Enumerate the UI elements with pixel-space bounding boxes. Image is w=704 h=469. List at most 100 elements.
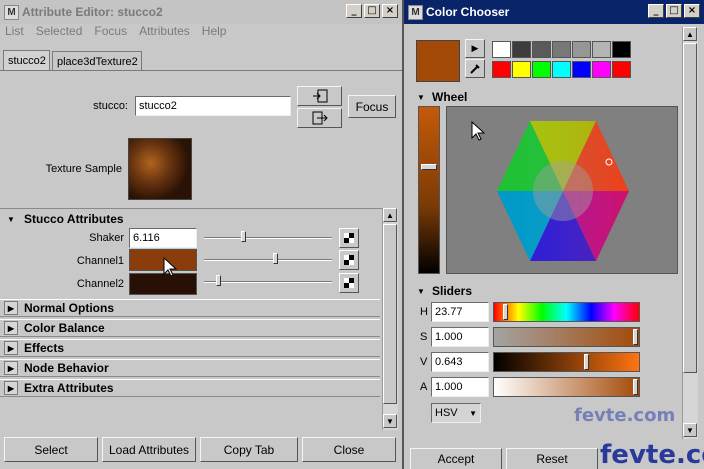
menu-help[interactable]: Help (202, 24, 227, 38)
palette-swatch[interactable] (552, 61, 571, 78)
section-node-behavior[interactable]: ▶ Node Behavior (0, 359, 380, 377)
section-title: Wheel (432, 90, 468, 104)
v-slider[interactable] (493, 352, 640, 372)
section-effects[interactable]: ▶ Effects (0, 339, 380, 357)
v-field[interactable]: 0.643 (431, 352, 489, 372)
tab-place3dtexture2[interactable]: place3dTexture2 (52, 51, 142, 71)
scroll-thumb[interactable] (383, 224, 397, 404)
copy-tab-button[interactable]: Copy Tab (200, 437, 298, 462)
section-color-balance[interactable]: ▶ Color Balance (0, 319, 380, 337)
button-label: Load Attributes (108, 442, 190, 457)
shaker-map-button[interactable] (339, 228, 359, 248)
load-input-button[interactable] (297, 86, 342, 106)
add-to-palette-button[interactable]: ▶ (465, 39, 485, 58)
channel2-map-button[interactable] (339, 273, 359, 293)
select-button[interactable]: Select (4, 437, 98, 462)
focus-button[interactable]: Focus (348, 95, 396, 118)
color-wheel-panel[interactable] (446, 106, 678, 274)
reset-button[interactable]: Reset (506, 448, 598, 469)
s-slider-handle[interactable] (633, 329, 638, 345)
s-slider[interactable] (493, 327, 640, 347)
close-editor-button[interactable]: Close (302, 437, 396, 462)
minimize-button[interactable]: _ (346, 4, 362, 18)
eyedropper-button[interactable] (465, 59, 485, 78)
value-strip[interactable] (418, 106, 440, 274)
chooser-scrollbar[interactable]: ▲ ▼ (682, 27, 698, 439)
palette-swatch[interactable] (492, 41, 511, 58)
section-normal-options[interactable]: ▶ Normal Options (0, 299, 380, 317)
tab-label: stucco2 (8, 54, 46, 67)
v-value: 0.643 (435, 356, 463, 368)
shaker-field[interactable]: 6.116 (129, 228, 197, 248)
palette-swatch[interactable] (612, 61, 631, 78)
menu-focus[interactable]: Focus (94, 24, 127, 38)
load-texture-icon (312, 89, 327, 103)
shaker-slider-track[interactable] (204, 237, 332, 239)
palette-swatch[interactable] (552, 41, 571, 58)
palette-swatch[interactable] (512, 41, 531, 58)
shaker-slider-handle[interactable] (241, 231, 246, 242)
h-slider[interactable] (493, 302, 640, 322)
palette-swatch[interactable] (572, 41, 591, 58)
channel1-slider-handle[interactable] (273, 253, 278, 264)
scroll-down-button[interactable]: ▼ (383, 414, 397, 428)
minimize-icon: _ (351, 5, 357, 16)
watermark-logo-upper: fevte.com (574, 405, 676, 426)
scroll-down-button[interactable]: ▼ (683, 423, 697, 437)
scroll-up-button[interactable]: ▲ (683, 27, 697, 41)
color-mode-dropdown[interactable]: HSV ▼ (431, 403, 481, 423)
minimize-button[interactable]: _ (648, 4, 664, 18)
palette-swatch[interactable] (512, 61, 531, 78)
accept-button[interactable]: Accept (410, 448, 502, 469)
attributes-scrollbar[interactable]: ▲ ▼ (382, 208, 398, 430)
section-title: Node Behavior (24, 361, 109, 375)
a-slider[interactable] (493, 377, 640, 397)
maximize-button[interactable]: □ (364, 4, 380, 18)
palette-swatch[interactable] (612, 41, 631, 58)
channel1-slider-track[interactable] (204, 259, 332, 261)
close-icon: × (687, 5, 697, 16)
h-slider-handle[interactable] (503, 304, 508, 320)
channel1-map-button[interactable] (339, 250, 359, 270)
scroll-thumb[interactable] (683, 43, 697, 373)
current-color-swatch[interactable] (416, 40, 460, 82)
value-strip-handle[interactable] (421, 164, 437, 170)
attribute-editor-window: M Attribute Editor: stucco2 _ □ × List S… (0, 0, 402, 469)
close-button[interactable]: × (382, 4, 398, 18)
tab-divider (0, 70, 402, 71)
tab-stucco2[interactable]: stucco2 (3, 50, 50, 70)
section-extra-attributes[interactable]: ▶ Extra Attributes (0, 379, 380, 397)
palette-swatch[interactable] (492, 61, 511, 78)
maximize-button[interactable]: □ (666, 4, 682, 18)
palette-swatch[interactable] (532, 41, 551, 58)
node-name-field[interactable]: stucco2 (135, 96, 291, 116)
palette-swatch[interactable] (592, 61, 611, 78)
close-button[interactable]: × (684, 4, 700, 18)
h-value: 23.77 (435, 306, 463, 318)
channel2-slider-track[interactable] (204, 281, 332, 283)
section-title: Effects (24, 341, 65, 355)
a-field[interactable]: 1.000 (431, 377, 489, 397)
output-connection-button[interactable] (297, 108, 342, 128)
menu-attributes[interactable]: Attributes (139, 24, 190, 38)
load-attributes-button[interactable]: Load Attributes (102, 437, 196, 462)
menu-selected[interactable]: Selected (36, 24, 83, 38)
palette-swatch[interactable] (572, 61, 591, 78)
menu-list[interactable]: List (5, 24, 24, 38)
v-slider-handle[interactable] (584, 354, 589, 370)
palette-swatch[interactable] (532, 61, 551, 78)
h-field[interactable]: 23.77 (431, 302, 489, 322)
palette-swatch[interactable] (592, 41, 611, 58)
sliders-section-header[interactable]: ▼ Sliders (412, 283, 682, 299)
texture-sample-swatch[interactable] (128, 138, 192, 200)
s-field[interactable]: 1.000 (431, 327, 489, 347)
wheel-section-header[interactable]: ▼ Wheel (412, 89, 682, 105)
scroll-up-button[interactable]: ▲ (383, 208, 397, 222)
section-title: Extra Attributes (24, 381, 114, 395)
color-chooser-titlebar[interactable]: M Color Chooser _ □ × (404, 0, 704, 24)
hex-center-gray (533, 161, 593, 221)
a-slider-handle[interactable] (633, 379, 638, 395)
attribute-editor-titlebar[interactable]: M Attribute Editor: stucco2 _ □ × (0, 0, 402, 24)
channel2-slider-handle[interactable] (216, 275, 221, 286)
section-stucco-attributes[interactable]: ▼ Stucco Attributes (0, 210, 380, 228)
